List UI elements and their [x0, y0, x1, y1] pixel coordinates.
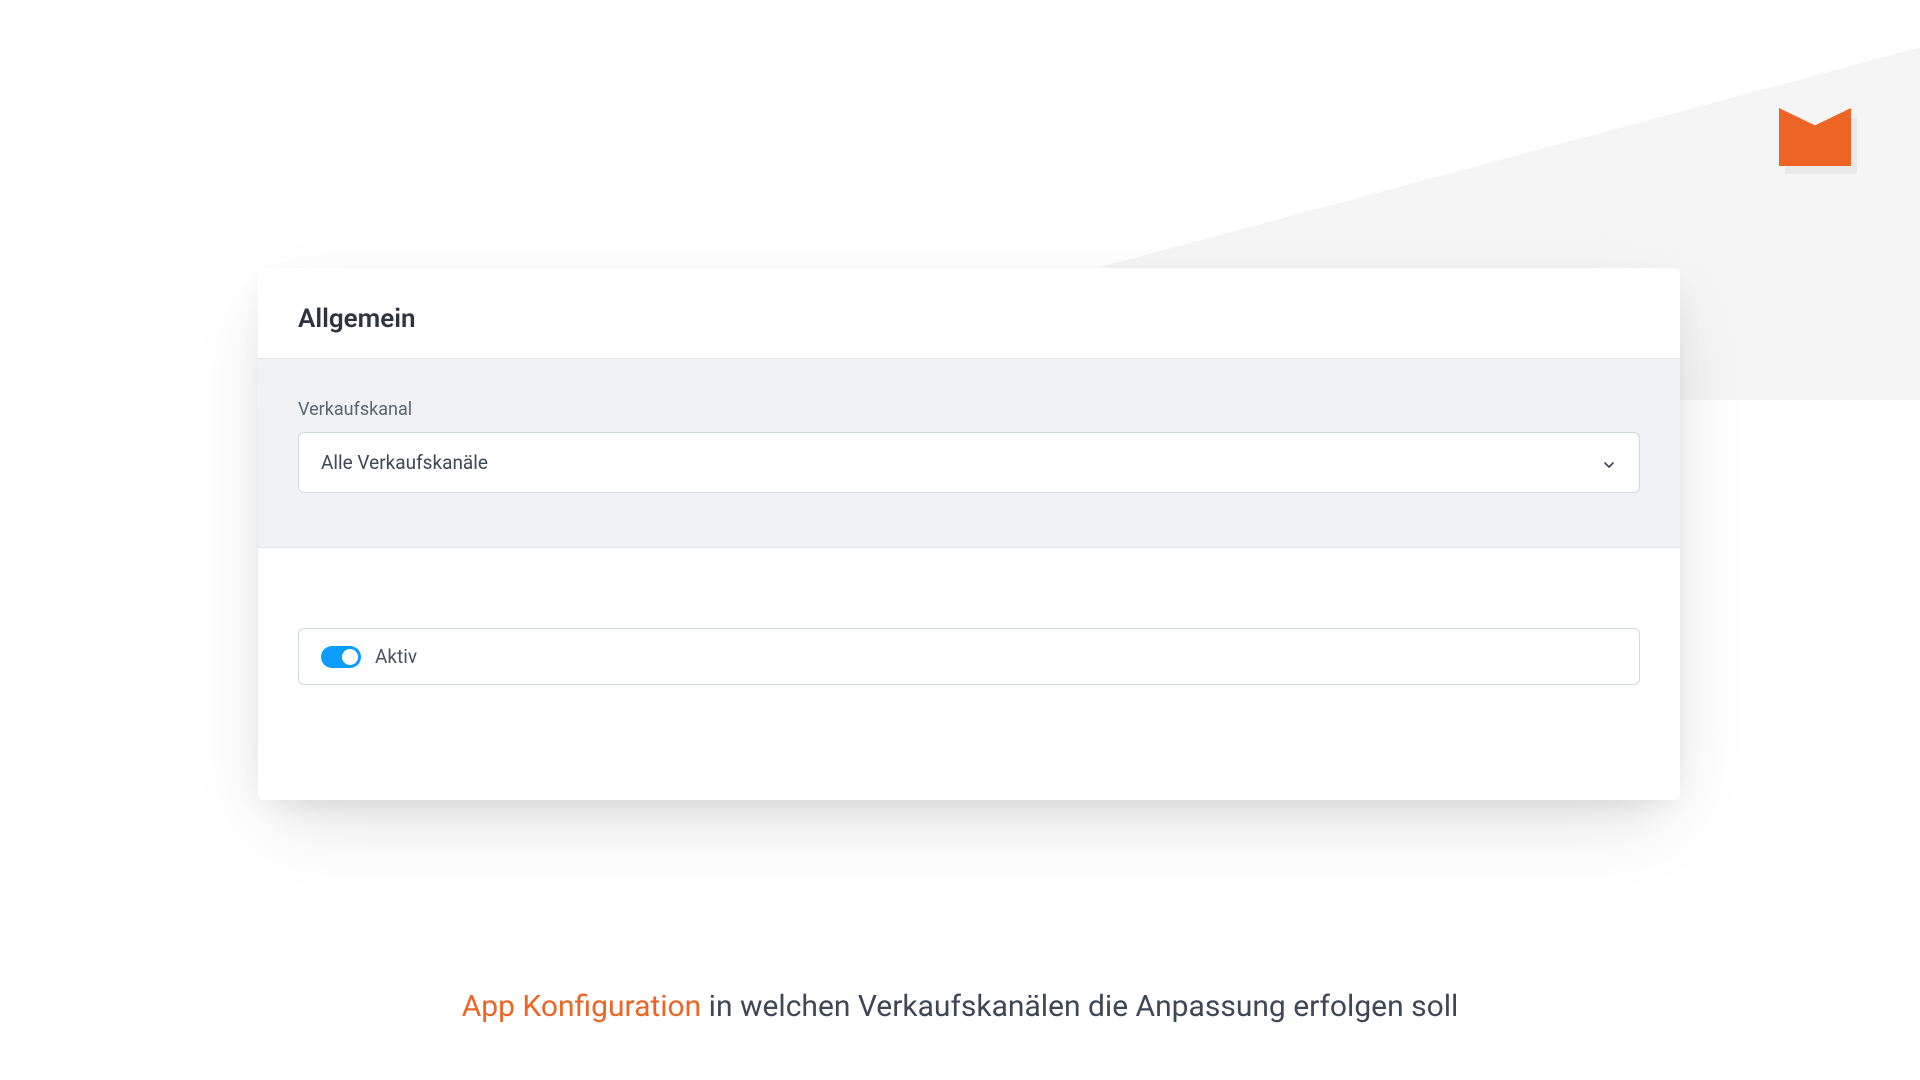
active-section: Aktiv — [258, 548, 1680, 725]
card-title: Allgemein — [298, 304, 1640, 334]
caption-rest: in welchen Verkaufskanälen die Anpassung… — [701, 989, 1458, 1024]
sales-channel-selected-value: Alle Verkaufskanäle — [321, 451, 488, 474]
chevron-down-icon — [1601, 455, 1617, 471]
page-caption: App Konfiguration in welchen Verkaufskan… — [0, 989, 1920, 1024]
active-toggle-row: Aktiv — [298, 628, 1640, 685]
toggle-knob — [342, 649, 358, 665]
active-toggle[interactable] — [321, 646, 361, 668]
sales-channel-label: Verkaufskanal — [298, 399, 1640, 420]
brand-logo — [1779, 108, 1853, 170]
config-card: Allgemein Verkaufskanal Alle Verkaufskan… — [258, 268, 1680, 800]
caption-highlight: App Konfiguration — [462, 989, 702, 1024]
sales-channel-section: Verkaufskanal Alle Verkaufskanäle — [258, 358, 1680, 548]
active-toggle-label: Aktiv — [375, 645, 417, 668]
card-header: Allgemein — [258, 268, 1680, 358]
sales-channel-select[interactable]: Alle Verkaufskanäle — [298, 432, 1640, 493]
